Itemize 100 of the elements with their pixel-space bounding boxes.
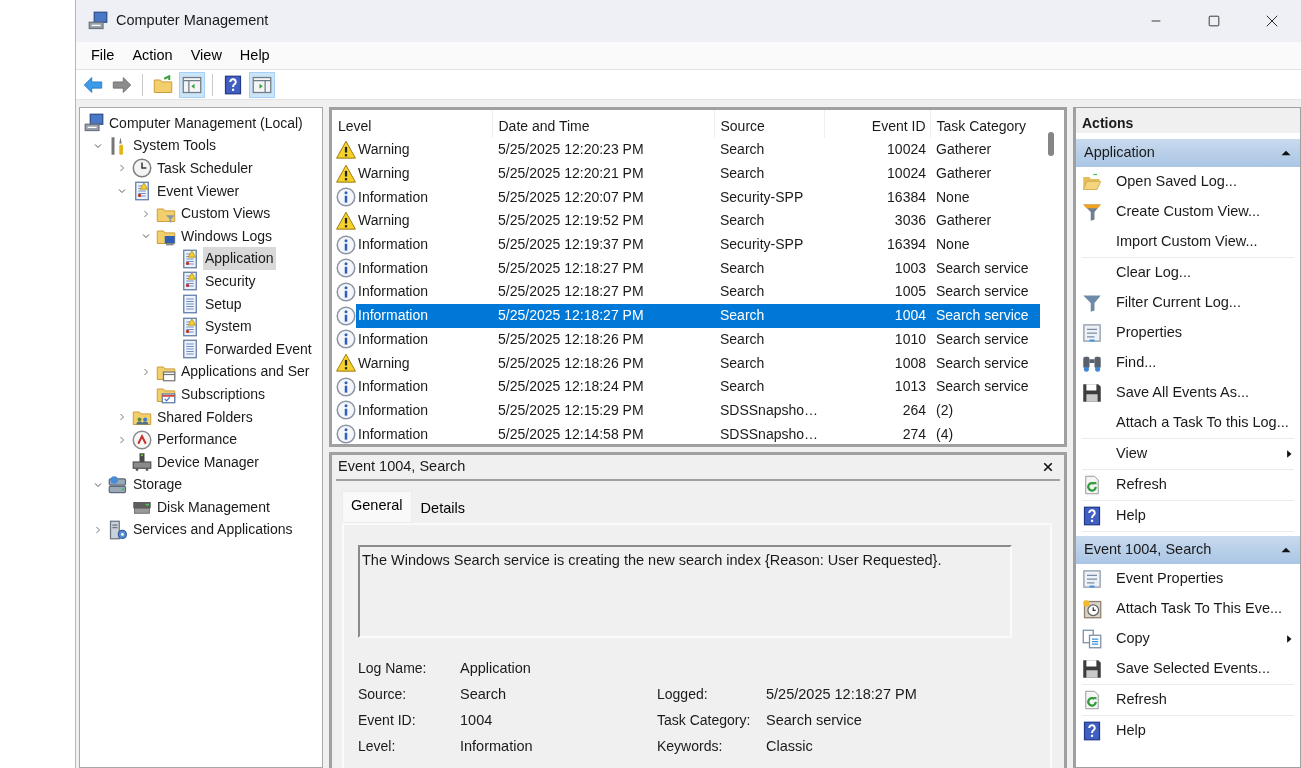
table-cell-text: Warning: [358, 353, 410, 373]
field-value: 1004: [460, 710, 494, 730]
close-icon[interactable]: [1042, 461, 1054, 473]
tree-item[interactable]: Windows Logs: [179, 224, 275, 248]
tree-item[interactable]: Setup: [203, 292, 244, 316]
message-box[interactable]: The Windows Search service is creating the new search index {Reason: User Requested}.: [358, 544, 1012, 638]
tree-item[interactable]: System: [203, 315, 254, 339]
column-header[interactable]: Source: [714, 110, 824, 138]
pane-command[interactable]: Help: [1116, 505, 1294, 527]
pane-command[interactable]: Attach Task To This Eve...: [1116, 598, 1294, 620]
pane-command[interactable]: Clear Log...: [1116, 262, 1294, 284]
event-row[interactable]: Information 5/25/2025 12:20:07 PM Security-SPP 16384 None: [332, 185, 1040, 210]
tree-item[interactable]: Subscriptions: [179, 382, 268, 406]
field-value: Application: [460, 658, 532, 678]
event-row[interactable]: Warning 5/25/2025 12:18:26 PM Search 1008 Search service: [332, 351, 1040, 375]
table-cell-text: Search service: [935, 258, 1030, 278]
table-cell-text: 264: [901, 400, 927, 420]
pane-command[interactable]: Open Saved Log...: [1116, 171, 1294, 193]
table-cell: Gatherer: [930, 138, 1040, 162]
pane-command[interactable]: Attach a Task To this Log...: [1116, 412, 1294, 434]
tree-item[interactable]: Task Scheduler: [155, 157, 255, 180]
table-cell-text: 16394: [886, 235, 927, 255]
tree-item[interactable]: Disk Management: [155, 495, 272, 519]
pane-command[interactable]: View: [1116, 443, 1284, 465]
warning-icon: [336, 139, 356, 160]
pane-command[interactable]: Create Custom View...: [1116, 201, 1294, 223]
column-header[interactable]: Event ID: [824, 110, 930, 138]
warning-icon: [336, 353, 356, 374]
table-cell: Search service: [930, 303, 1040, 328]
field-label: Logged:: [657, 685, 709, 705]
event-row[interactable]: Information 5/25/2025 12:14:58 PM SDSSnapsho… 274 (4): [332, 422, 1040, 444]
tree-item[interactable]: Storage: [131, 473, 185, 497]
device-icon: [132, 452, 152, 473]
table-cell: Search: [714, 138, 824, 162]
pane-command[interactable]: Copy: [1116, 628, 1284, 650]
pane-command[interactable]: Find...: [1116, 352, 1294, 374]
table-cell-text: 1013: [893, 377, 927, 397]
tree-item[interactable]: Custom Views: [179, 202, 273, 226]
tree-item[interactable]: Security: [203, 269, 258, 293]
tree-item[interactable]: Device Manager: [155, 450, 261, 474]
event-row[interactable]: Warning 5/25/2025 12:20:21 PM Search 10024 Gatherer: [332, 161, 1040, 186]
pane-command[interactable]: Refresh: [1116, 689, 1294, 711]
tree-item[interactable]: Forwarded Event: [203, 337, 314, 361]
tree-item[interactable]: Performance: [155, 428, 240, 452]
table-cell-text: Security-SPP: [719, 235, 805, 255]
pane-command[interactable]: Import Custom View...: [1116, 231, 1294, 253]
tab[interactable]: General: [342, 491, 412, 523]
tree-item[interactable]: Applications and Ser: [179, 360, 312, 384]
section-header[interactable]: Application: [1076, 139, 1300, 167]
event-row[interactable]: Information 5/25/2025 12:18:27 PM Search 1003 Search service: [332, 256, 1040, 281]
information-icon: [336, 329, 356, 350]
table-cell-text: 274: [901, 424, 927, 444]
tree-item[interactable]: Shared Folders: [155, 405, 255, 429]
event-row[interactable]: Warning 5/25/2025 12:20:23 PM Search 10024 Gatherer: [332, 138, 1040, 162]
tree-item[interactable]: Application: [203, 247, 276, 271]
table-cell-text: Search: [719, 258, 766, 278]
log-icon: [132, 181, 152, 202]
tree-item[interactable]: Services and Applications: [131, 518, 295, 542]
event-row[interactable]: Information 5/25/2025 12:19:37 PM Security-SPP 16394 None: [332, 232, 1040, 257]
submenu-arrow-icon[interactable]: [1284, 448, 1294, 460]
information-icon: [336, 187, 356, 208]
maximize-icon: [1207, 14, 1221, 28]
pane-command[interactable]: Refresh: [1116, 474, 1294, 496]
field-value: Search service: [766, 710, 863, 730]
pane-command[interactable]: Save Selected Events...: [1116, 658, 1294, 680]
drive-icon: [108, 474, 128, 495]
table-cell-text: Warning: [358, 140, 410, 160]
table-cell-text: 16384: [886, 187, 927, 207]
submenu-arrow-icon[interactable]: [1284, 633, 1294, 645]
table-cell-text: Search: [719, 164, 766, 184]
save-icon: [1082, 383, 1102, 403]
event-row[interactable]: Information 5/25/2025 12:18:24 PM Search 1013 Search service: [332, 374, 1040, 399]
table-cell-text: None: [935, 187, 971, 207]
menu-item[interactable]: View: [181, 44, 231, 67]
pane-command[interactable]: Properties: [1116, 322, 1294, 344]
event-row[interactable]: Information 5/25/2025 12:15:29 PM SDSSnapsho… 264 (2): [332, 398, 1040, 423]
computer-icon: [88, 11, 108, 31]
pane-command[interactable]: Event Properties: [1116, 568, 1294, 590]
pane-command[interactable]: Filter Current Log...: [1116, 292, 1294, 314]
scrollbar-thumb[interactable]: [1048, 132, 1054, 156]
table-cell: 10024: [824, 138, 930, 162]
tree-item[interactable]: Event Viewer: [155, 179, 242, 203]
pane-command[interactable]: Help: [1116, 720, 1294, 742]
menu-item[interactable]: Help: [230, 44, 279, 67]
pane-title: Actions: [1076, 108, 1300, 135]
tree-item[interactable]: Computer Management (Local): [107, 111, 305, 135]
table-cell-text: Warning: [358, 211, 410, 231]
table-cell-text: Search: [719, 377, 766, 397]
event-row[interactable]: Warning 5/25/2025 12:19:52 PM Search 3036 Gatherer: [332, 209, 1040, 233]
pane-command[interactable]: Save All Events As...: [1116, 382, 1294, 404]
section-header[interactable]: Event 1004, Search: [1076, 536, 1300, 564]
tree-item[interactable]: System Tools: [131, 134, 218, 158]
event-row[interactable]: Information 5/25/2025 12:18:27 PM Search 1004 Search service: [332, 303, 1040, 328]
menu-item[interactable]: Action: [123, 44, 182, 67]
menu-item[interactable]: File: [82, 44, 124, 67]
column-header[interactable]: Date and Time: [492, 110, 714, 138]
event-row[interactable]: Information 5/25/2025 12:18:27 PM Search 1005 Search service: [332, 280, 1040, 304]
refresh-icon: [1082, 690, 1102, 710]
column-header[interactable]: Level: [332, 110, 492, 138]
event-row[interactable]: Information 5/25/2025 12:18:26 PM Search 1010 Search service: [332, 327, 1040, 352]
